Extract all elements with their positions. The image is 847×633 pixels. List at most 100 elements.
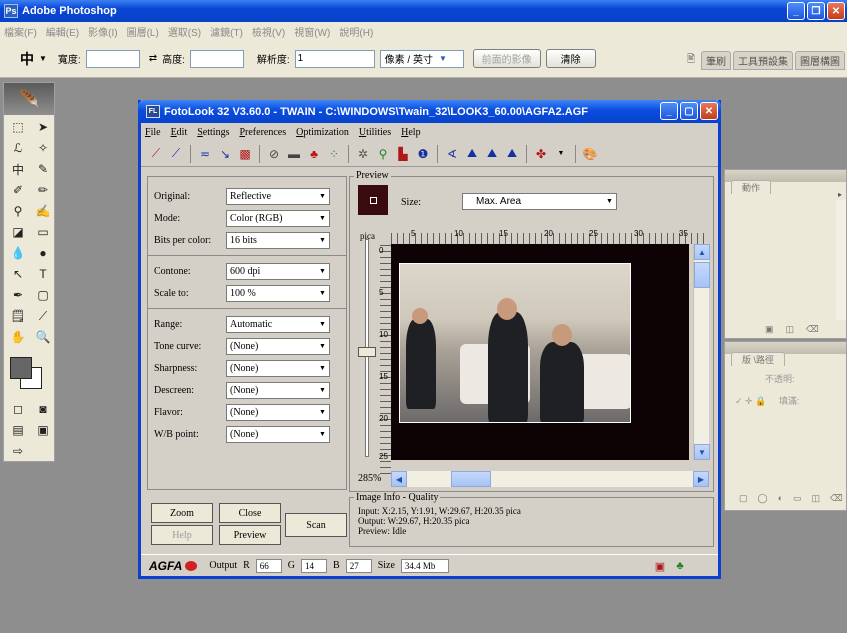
- quick-mask-mode-icon[interactable]: ◙: [31, 399, 55, 419]
- menu-window[interactable]: 視窗(W): [294, 24, 330, 39]
- rgb-channels-icon[interactable]: ♣: [305, 145, 323, 163]
- scroll-down-icon[interactable]: ▼: [694, 444, 710, 460]
- type-tool-icon[interactable]: T: [31, 264, 55, 284]
- crop-tool-icon[interactable]: 中: [6, 159, 30, 179]
- mountain-icon[interactable]: ⛰: [463, 145, 481, 163]
- clone-stamp-tool-icon[interactable]: ⚲: [6, 201, 30, 221]
- bits-select[interactable]: 16 bits ▼: [226, 231, 330, 249]
- jump-to-imageready-icon[interactable]: ⇨: [6, 441, 30, 461]
- fl-menu-edit[interactable]: Edit: [171, 127, 188, 138]
- mountain-shadow-icon[interactable]: ⛰: [483, 145, 501, 163]
- front-image-button[interactable]: 前面的影像: [472, 49, 541, 68]
- menu-edit[interactable]: 編輯(E): [46, 24, 79, 39]
- color-dots-icon[interactable]: ⁘: [325, 145, 343, 163]
- sharpen-icon[interactable]: ✲: [354, 145, 372, 163]
- shape-tool-icon[interactable]: ▢: [31, 285, 55, 305]
- fotolook-minimize-button[interactable]: _: [660, 102, 678, 120]
- menu-file[interactable]: 檔案(F): [4, 24, 37, 39]
- blur-tool-icon[interactable]: 💧: [6, 243, 30, 263]
- curve-tool-icon[interactable]: ≂: [196, 145, 214, 163]
- feather-logo-icon[interactable]: 🪶: [4, 83, 54, 115]
- healing-brush-tool-icon[interactable]: ✐: [6, 180, 30, 200]
- menu-select[interactable]: 選取(S): [168, 24, 201, 39]
- minimize-button[interactable]: _: [787, 2, 805, 20]
- preview-thumbnail[interactable]: [358, 185, 388, 215]
- gradient-tool-icon[interactable]: ▭: [31, 222, 55, 242]
- sharpness-select[interactable]: (None) ▼: [226, 359, 330, 377]
- mode-select[interactable]: Color (RGB) ▼: [226, 209, 330, 227]
- scanned-photo[interactable]: [399, 263, 631, 423]
- fl-menu-preferences[interactable]: Preferences: [239, 127, 286, 138]
- maximize-button[interactable]: ❐: [807, 2, 825, 20]
- info-icon[interactable]: ❶: [414, 145, 432, 163]
- mountain-highlight-icon[interactable]: ⛰: [503, 145, 521, 163]
- histogram-icon[interactable]: ▙: [394, 145, 412, 163]
- swap-icon[interactable]: ⇄: [149, 53, 157, 64]
- move-tool-icon[interactable]: ➤: [31, 117, 55, 137]
- zoom-slider-thumb[interactable]: [358, 347, 376, 357]
- notes-tool-icon[interactable]: 🗒: [6, 306, 30, 326]
- fotolook-close-button[interactable]: ✕: [700, 102, 718, 120]
- contone-select[interactable]: 600 dpi ▼: [226, 262, 330, 280]
- rotate-icon[interactable]: ∢: [443, 145, 461, 163]
- color-wheel-icon[interactable]: ✤: [532, 145, 550, 163]
- tab-tool-presets[interactable]: 工具預設集: [733, 51, 793, 70]
- clear-button[interactable]: 清除: [545, 49, 596, 68]
- tab-actions[interactable]: 動作: [731, 180, 772, 194]
- unit-select[interactable]: 像素 / 英寸 ▼: [379, 49, 464, 68]
- h-scroll-thumb[interactable]: [451, 471, 491, 487]
- eyedropper-tool-icon[interactable]: ⟋: [31, 306, 55, 326]
- magic-wand-tool-icon[interactable]: ✧: [31, 138, 55, 158]
- tab-layer-comps[interactable]: 圖層構圖: [795, 51, 845, 70]
- dodge-tool-icon[interactable]: ●: [31, 243, 55, 263]
- fl-menu-file[interactable]: File: [145, 127, 161, 138]
- scroll-right-icon[interactable]: ▶: [693, 471, 709, 487]
- slice-tool-icon[interactable]: ✎: [31, 159, 55, 179]
- eraser-tool-icon[interactable]: ◪: [6, 222, 30, 242]
- zoom-slider[interactable]: [358, 239, 376, 457]
- scroll-up-icon[interactable]: ▲: [694, 244, 710, 260]
- pen-tool-icon[interactable]: ✒: [6, 285, 30, 305]
- tone-curve-select[interactable]: (None) ▼: [226, 337, 330, 355]
- eyedropper-black-icon[interactable]: ⟋: [167, 145, 185, 163]
- gradation-tool-icon[interactable]: ↘: [216, 145, 234, 163]
- color-balance-icon[interactable]: ▩: [236, 145, 254, 163]
- size-select[interactable]: Max. Area ▼: [462, 193, 617, 210]
- color-management-icon[interactable]: ♣: [672, 559, 688, 573]
- menu-view[interactable]: 檢視(V): [252, 24, 285, 39]
- fl-menu-help[interactable]: Help: [401, 127, 420, 138]
- lock-icon[interactable]: ✓ ✛ 🔒: [735, 396, 766, 406]
- screen-mode-icon[interactable]: ▤: [6, 420, 30, 440]
- marquee-tool-icon[interactable]: ⬚: [6, 117, 30, 137]
- palette-icon[interactable]: 🎨: [581, 145, 599, 163]
- help-button[interactable]: Help: [151, 525, 213, 545]
- scroll-left-icon[interactable]: ◀: [391, 471, 407, 487]
- palette-well-icon[interactable]: 🖹: [683, 51, 699, 70]
- menu-filter[interactable]: 濾鏡(T): [210, 24, 243, 39]
- height-input[interactable]: [189, 49, 244, 68]
- fl-menu-settings[interactable]: Settings: [197, 127, 229, 138]
- tag-icon[interactable]: ⊘: [265, 145, 283, 163]
- menu-layer[interactable]: 圖層(L): [127, 24, 159, 39]
- pin-icon[interactable]: ⚲: [374, 145, 392, 163]
- zoom-button[interactable]: Zoom: [151, 503, 213, 523]
- scale-select[interactable]: 100 % ▼: [226, 284, 330, 302]
- width-input[interactable]: [85, 49, 140, 68]
- chevron-down-icon[interactable]: ▼: [552, 145, 570, 163]
- ruler-tool-icon[interactable]: ▬: [285, 145, 303, 163]
- brush-tool-icon[interactable]: ✏: [31, 180, 55, 200]
- path-selection-tool-icon[interactable]: ↖: [6, 264, 30, 284]
- preview-button[interactable]: Preview: [219, 525, 281, 545]
- palette-menu-icon[interactable]: ▸: [838, 190, 842, 199]
- palette-scrollbar[interactable]: [836, 200, 846, 320]
- fotolook-maximize-button[interactable]: ▢: [680, 102, 698, 120]
- scroll-thumb[interactable]: [694, 262, 710, 288]
- tab-paths[interactable]: 版 \路徑: [731, 352, 786, 366]
- menu-image[interactable]: 影像(I): [88, 24, 117, 39]
- preview-vertical-scrollbar[interactable]: ▲ ▼: [693, 244, 710, 460]
- wb-point-select[interactable]: (None) ▼: [226, 425, 330, 443]
- fl-menu-utilities[interactable]: Utilities: [359, 127, 391, 138]
- lasso-tool-icon[interactable]: ℒ: [6, 138, 30, 158]
- tab-brushes[interactable]: 筆刷: [701, 51, 731, 70]
- flavor-select[interactable]: (None) ▼: [226, 403, 330, 421]
